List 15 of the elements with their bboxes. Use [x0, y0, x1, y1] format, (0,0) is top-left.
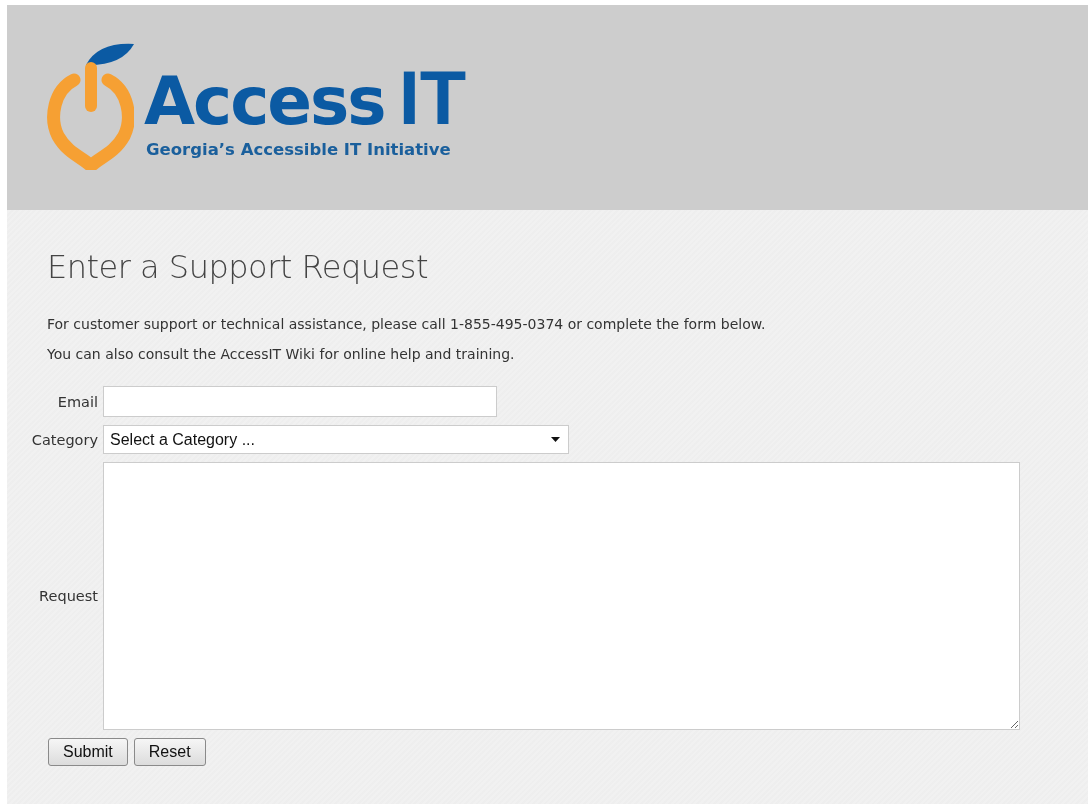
- category-select[interactable]: Select a Category ...: [103, 425, 569, 454]
- submit-button[interactable]: Submit: [48, 738, 128, 766]
- request-field[interactable]: [103, 462, 1020, 730]
- dropdown-caret-icon: [551, 437, 560, 442]
- request-label: Request: [39, 588, 98, 604]
- intro-text: You can also consult the AccessIT Wiki for online help and training.: [47, 346, 516, 362]
- intro-text: For customer support or technical assistance, please call 1-855-495-0374 or complete the form below.: [47, 316, 767, 332]
- page-heading: Enter a Support Request: [47, 248, 429, 286]
- category-label: Category: [31, 431, 98, 448]
- logo-wordmark: Access: [144, 69, 385, 135]
- logo-tagline: Georgia’s Accessible IT Initiative: [146, 140, 452, 159]
- email-field[interactable]: [103, 386, 497, 417]
- reset-button[interactable]: Reset: [133, 738, 206, 766]
- logo-wordmark-bold: IT: [398, 60, 467, 136]
- email-label: Email: [57, 393, 98, 410]
